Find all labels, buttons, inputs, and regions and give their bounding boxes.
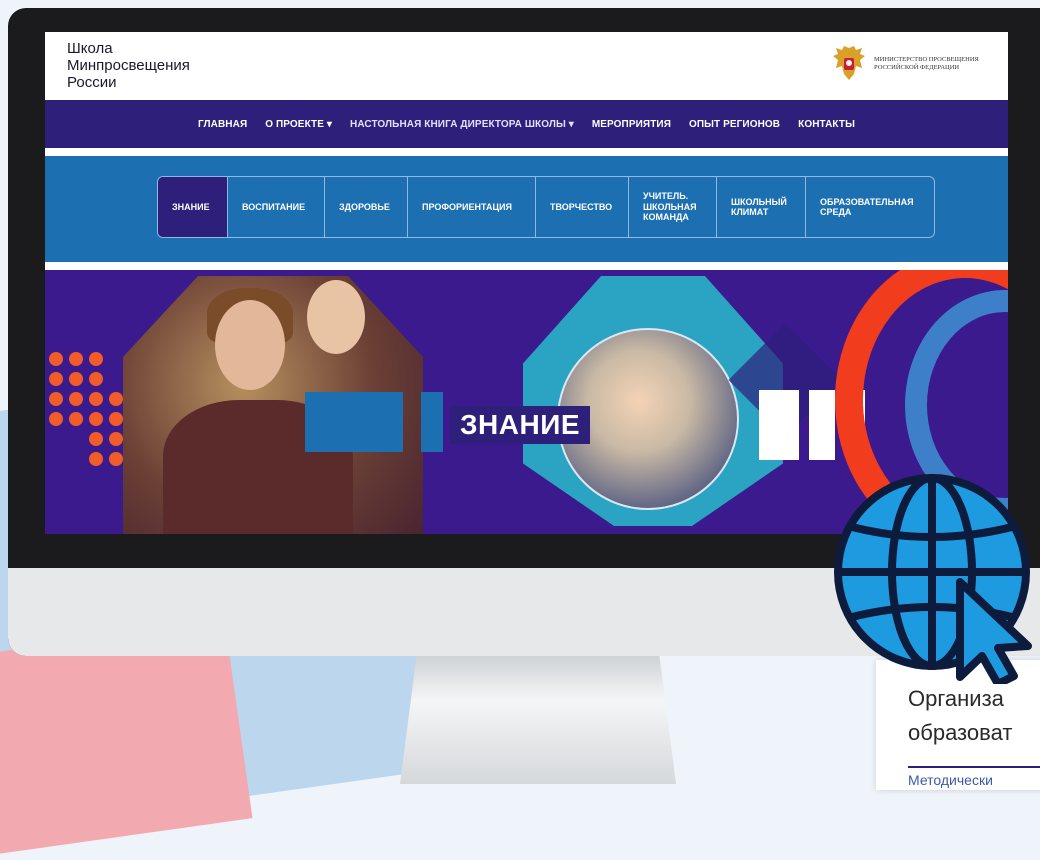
nav-item-home[interactable]: ГЛАВНАЯ — [198, 119, 247, 130]
ministry-name: МИНИСТЕРСТВО ПРОСВЕЩЕНИЯ РОССИЙСКОЙ ФЕДЕ… — [874, 56, 979, 71]
card-divider — [908, 766, 1040, 768]
decorative-dot — [89, 392, 103, 406]
decorative-bar — [759, 390, 799, 460]
decorative-dot — [49, 352, 63, 366]
decorative-block — [305, 392, 403, 452]
decorative-dot — [49, 412, 63, 426]
tab-upbringing[interactable]: ВОСПИТАНИЕ — [228, 177, 325, 237]
tab-health[interactable]: ЗДОРОВЬЕ — [325, 177, 408, 237]
background-pink-shape — [0, 620, 253, 860]
top-navigation: ГЛАВНАЯ О ПРОЕКТЕ ▾ НАСТОЛЬНАЯ КНИГА ДИР… — [45, 100, 1008, 148]
hero-title: ЗНАНИЕ — [450, 406, 591, 444]
decorative-dot — [89, 432, 103, 446]
monitor-stand — [400, 656, 676, 784]
decorative-dot — [49, 392, 63, 406]
site-logo-text[interactable]: Школа Минпросвещения России — [67, 40, 267, 91]
tab-educational-environment[interactable]: ОБРАЗОВАТЕЛЬНАЯ СРЕДА — [806, 177, 934, 237]
tab-creativity[interactable]: ТВОРЧЕСТВО — [536, 177, 629, 237]
coat-of-arms-icon — [833, 46, 865, 80]
tab-career-guidance[interactable]: ПРОФОРИЕНТАЦИЯ — [408, 177, 536, 237]
decorative-dot — [89, 412, 103, 426]
tab-knowledge[interactable]: ЗНАНИЕ — [158, 177, 228, 237]
decorative-block — [421, 392, 443, 452]
decorative-dot — [89, 452, 103, 466]
decorative-dot — [69, 412, 83, 426]
decorative-dot — [69, 392, 83, 406]
nav-item-contacts[interactable]: КОНТАКТЫ — [798, 119, 855, 130]
category-tabs: ЗНАНИЕ ВОСПИТАНИЕ ЗДОРОВЬЕ ПРОФОРИЕНТАЦИ… — [157, 176, 935, 238]
nav-item-regions[interactable]: ОПЫТ РЕГИОНОВ — [689, 119, 780, 130]
tabs-band: ЗНАНИЕ ВОСПИТАНИЕ ЗДОРОВЬЕ ПРОФОРИЕНТАЦИ… — [45, 156, 1008, 262]
globe-icon — [834, 474, 1032, 684]
monitor-screen: Школа Минпросвещения России МИНИСТЕРСТВО… — [45, 32, 1008, 534]
decorative-dot — [109, 432, 123, 446]
decorative-dot — [109, 392, 123, 406]
nav-item-directors-book[interactable]: НАСТОЛЬНАЯ КНИГА ДИРЕКТОРА ШКОЛЫ ▾ — [350, 119, 574, 130]
photo-figure — [215, 300, 285, 390]
tab-school-climate[interactable]: ШКОЛЬНЫЙ КЛИМАТ — [717, 177, 806, 237]
decorative-dot — [89, 352, 103, 366]
card-title: Организа образоват — [908, 686, 1013, 745]
card-subtitle: Методически — [908, 772, 993, 788]
decorative-bar — [809, 390, 835, 460]
decorative-dot — [109, 412, 123, 426]
decorative-dot — [49, 372, 63, 386]
site-header: Школа Минпросвещения России МИНИСТЕРСТВО… — [45, 32, 1008, 100]
nav-item-events[interactable]: МЕРОПРИЯТИЯ — [592, 119, 671, 130]
decorative-dot — [109, 452, 123, 466]
nav-item-about[interactable]: О ПРОЕКТЕ ▾ — [265, 119, 332, 130]
decorative-dot — [69, 352, 83, 366]
tab-teacher-team[interactable]: УЧИТЕЛЬ. ШКОЛЬНАЯ КОМАНДА — [629, 177, 717, 237]
decorative-dot — [89, 372, 103, 386]
photo-figure — [307, 280, 365, 354]
decorative-dot — [69, 372, 83, 386]
ministry-logo[interactable]: МИНИСТЕРСТВО ПРОСВЕЩЕНИЯ РОССИЙСКОЙ ФЕДЕ… — [832, 44, 990, 84]
